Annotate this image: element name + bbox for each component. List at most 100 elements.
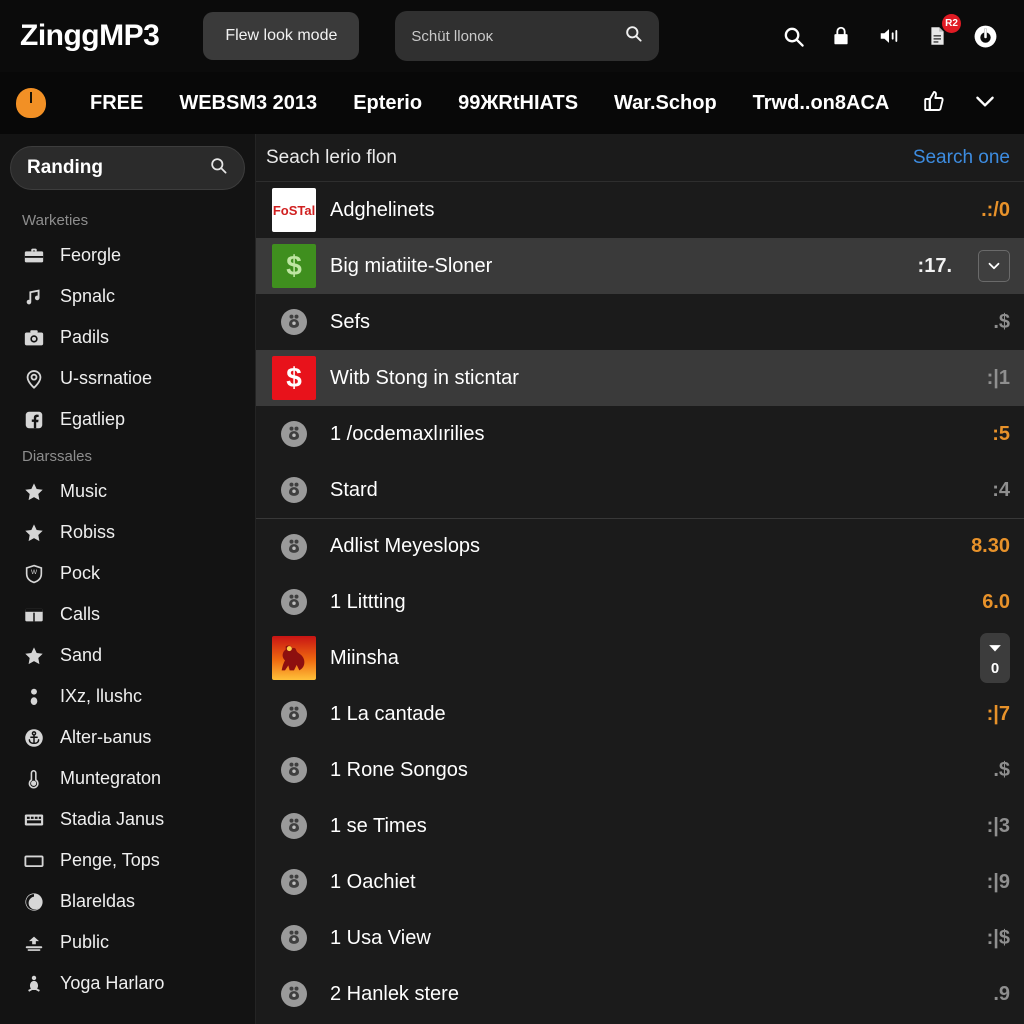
app-window: ZinggMP3 Flew look mode Schüt llonoĸ R2 … [0, 0, 1024, 1024]
sidebar-search-box[interactable]: Randing [10, 146, 245, 190]
list-item[interactable]: 1 Usa View:|$ [256, 910, 1024, 966]
avatar [281, 589, 307, 615]
list-item[interactable]: 1 Rone Songos .$ [256, 742, 1024, 798]
sidebar: Randing Warketies Feorgle Spnalc Padils … [0, 134, 256, 1024]
document-icon[interactable]: R2 [924, 14, 961, 49]
list-item[interactable]: 2 Hanlek stere .9 [256, 966, 1024, 1022]
list-item[interactable]: 1 Oachiet:|9 [256, 854, 1024, 910]
caret-down-icon[interactable] [988, 640, 1002, 658]
list-item-label: 1 Littting [330, 590, 406, 613]
sidebar-item-blareldas[interactable]: Blareldas [0, 881, 255, 922]
power-icon[interactable] [972, 23, 998, 49]
list-item-label: 1 Rone Songos [330, 758, 468, 781]
top-bar-icons: R2 [780, 14, 1004, 49]
sidebar-item-calls[interactable]: Calls [0, 594, 255, 635]
search-one-link[interactable]: Search one [913, 147, 1010, 169]
sidebar-group-heading-0: Warketies [22, 212, 89, 229]
sidebar-item-yoga-harlaro[interactable]: Yoga Harlaro [0, 963, 255, 1004]
sidebar-item-label: Public [60, 932, 110, 952]
avatar [281, 981, 307, 1007]
sidebar-item-padils[interactable]: Padils [0, 317, 255, 358]
sidebar-item-egatliep[interactable]: Egatliep [0, 399, 255, 440]
nav-item-5[interactable]: Trwd..on8ACA [735, 92, 908, 115]
avatar [281, 869, 307, 895]
top-search-input[interactable]: Schüt llonoĸ [411, 28, 616, 45]
sidebar-item-label: Feorgle [60, 245, 122, 265]
upload-icon [22, 931, 46, 955]
sidebar-item-label: Spnalc [60, 286, 116, 306]
sidebar-item-public[interactable]: Public [0, 922, 255, 963]
sidebar-item-ixz-llushc[interactable]: IXz, llushc [0, 676, 255, 717]
list-item-label: 1 se Times [330, 814, 427, 837]
quantity-stepper[interactable]: 0 [980, 633, 1010, 683]
list-item-value: :|9 [986, 870, 1010, 893]
window-icon [22, 603, 46, 627]
list-item-label: 1 La cantade [330, 702, 446, 725]
list-item-value: :17. [917, 254, 952, 277]
avatar [281, 701, 307, 727]
thumb-up-icon[interactable] [922, 89, 946, 118]
nav-item-3[interactable]: 99ЖRtHIATS [440, 92, 596, 115]
sidebar-item-label: Robiss [60, 522, 116, 542]
sidebar-item-muntegraton[interactable]: Muntegraton [0, 758, 255, 799]
chevron-down-icon[interactable] [972, 88, 998, 119]
sidebar-item-label: Pock [60, 563, 101, 583]
avatar [281, 533, 307, 560]
nav-item-0[interactable]: FREE [72, 92, 161, 115]
search-icon[interactable] [209, 156, 228, 180]
avatar [281, 309, 307, 335]
top-search-box[interactable]: Schüt llonoĸ [395, 11, 660, 61]
list-item-value: :5 [992, 422, 1010, 445]
lock-icon[interactable] [828, 23, 854, 49]
list-item-value: .9 [993, 982, 1010, 1005]
sidebar-item-robiss[interactable]: Robiss [0, 512, 255, 553]
moon-icon [22, 890, 46, 914]
avatar [281, 421, 307, 447]
app-logo-text: ZinggMP3 [20, 19, 160, 52]
list-item-label: Witb Stong in sticntar [330, 366, 519, 389]
volume-icon[interactable] [876, 23, 902, 49]
list-item-label: Adlist Meyeslops [330, 535, 481, 557]
sidebar-item-music[interactable]: Music [0, 471, 255, 512]
sidebar-item-pock[interactable]: W Pock [0, 553, 255, 594]
list-item[interactable]: $ Witb Stong in sticntar:|1 [256, 350, 1024, 406]
list-item-value: :|3 [986, 814, 1010, 837]
sidebar-item-label: IXz, llushc [60, 686, 143, 706]
search-icon[interactable] [780, 23, 806, 49]
chevron-down-icon[interactable] [978, 250, 1010, 282]
list-item[interactable]: 1 La cantade :|7 [256, 686, 1024, 742]
sidebar-item-u-ssrnatioe[interactable]: U-ssrnatioe [0, 358, 255, 399]
nav-item-4[interactable]: War.Schop [596, 92, 735, 115]
nav-item-1[interactable]: WEBSM3 2013 [161, 92, 335, 115]
list-item-value: :|7 [986, 702, 1010, 725]
list-item[interactable]: 1 Littting 6.0 [256, 574, 1024, 630]
list-item[interactable]: Stard:4 [256, 462, 1024, 518]
list-item[interactable]: Sefs .$ [256, 294, 1024, 350]
star-icon [22, 644, 46, 668]
list-item[interactable]: $ Big miatiite-Sloner:17. [256, 238, 1024, 294]
sidebar-item-stadia-janus[interactable]: Stadia Janus [0, 799, 255, 840]
search-icon[interactable] [624, 24, 643, 48]
list-item[interactable]: 1 /ocdemaxlırilies:5 [256, 406, 1024, 462]
list-item[interactable]: FoSTal Adghelinets .:/0 [256, 182, 1024, 238]
list-item[interactable]: Adlist Meyeslops 8.30 [256, 518, 1024, 574]
sidebar-item-sand[interactable]: Sand [0, 635, 255, 676]
orange-dot-icon[interactable] [16, 88, 46, 118]
lotus-icon [22, 972, 46, 996]
sidebar-item-feorgle[interactable]: Feorgle [0, 235, 255, 276]
sidebar-item-label: Blareldas [60, 891, 136, 911]
sidebar-item-alter-anus[interactable]: Alter-ьanus [0, 717, 255, 758]
look-mode-button[interactable]: Flew look mode [203, 12, 360, 60]
sidebar-item-spnalc[interactable]: Spnalc [0, 276, 255, 317]
sidebar-item-label: Egatliep [60, 409, 126, 429]
list-item-value: 8.30 [971, 535, 1010, 557]
location-pin-icon [22, 367, 46, 391]
page-title: Seach lerio flon [266, 146, 397, 168]
list-item[interactable]: Miinsha 0 [256, 630, 1024, 686]
rectangle-icon [22, 849, 46, 873]
keyboard-icon [22, 808, 46, 832]
list-item-label: Adghelinets [330, 198, 435, 221]
list-item[interactable]: 1 se Times :|3 [256, 798, 1024, 854]
nav-item-2[interactable]: Epterio [335, 92, 440, 115]
sidebar-item-penge-tops[interactable]: Penge, Tops [0, 840, 255, 881]
